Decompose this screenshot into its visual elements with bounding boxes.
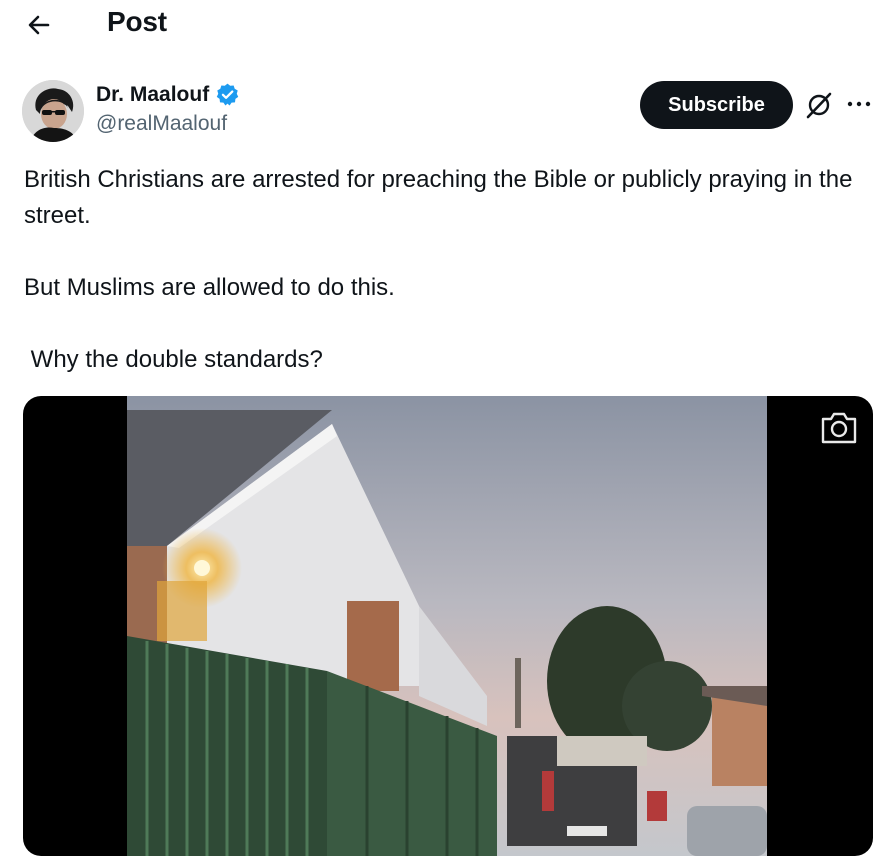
more-horizontal-icon bbox=[847, 101, 871, 107]
camera-button[interactable] bbox=[819, 410, 859, 446]
post-header: Post bbox=[0, 0, 892, 50]
post-video[interactable] bbox=[23, 396, 873, 856]
arrow-left-icon bbox=[28, 15, 50, 35]
post-text: British Christians are arrested for prea… bbox=[24, 162, 874, 378]
grok-icon bbox=[806, 92, 832, 119]
more-options-button[interactable] bbox=[844, 88, 874, 120]
author-handle[interactable]: @realMaalouf bbox=[96, 112, 227, 136]
camera-icon bbox=[821, 412, 857, 444]
post-text-line: Why the double standards? bbox=[24, 346, 323, 373]
author-name-row: Dr. Maalouf bbox=[96, 82, 240, 107]
avatar[interactable] bbox=[22, 80, 84, 142]
verified-badge-icon bbox=[216, 83, 239, 106]
author-display-name[interactable]: Dr. Maalouf bbox=[96, 83, 209, 107]
grok-button[interactable] bbox=[803, 88, 835, 120]
post-text-line: British Christians are arrested for prea… bbox=[24, 166, 853, 229]
subscribe-button[interactable]: Subscribe bbox=[640, 81, 793, 129]
page-title: Post bbox=[107, 6, 167, 37]
back-button[interactable] bbox=[22, 8, 56, 42]
post-text-line: But Muslims are allowed to do this. bbox=[24, 274, 395, 301]
video-frame bbox=[127, 396, 767, 856]
